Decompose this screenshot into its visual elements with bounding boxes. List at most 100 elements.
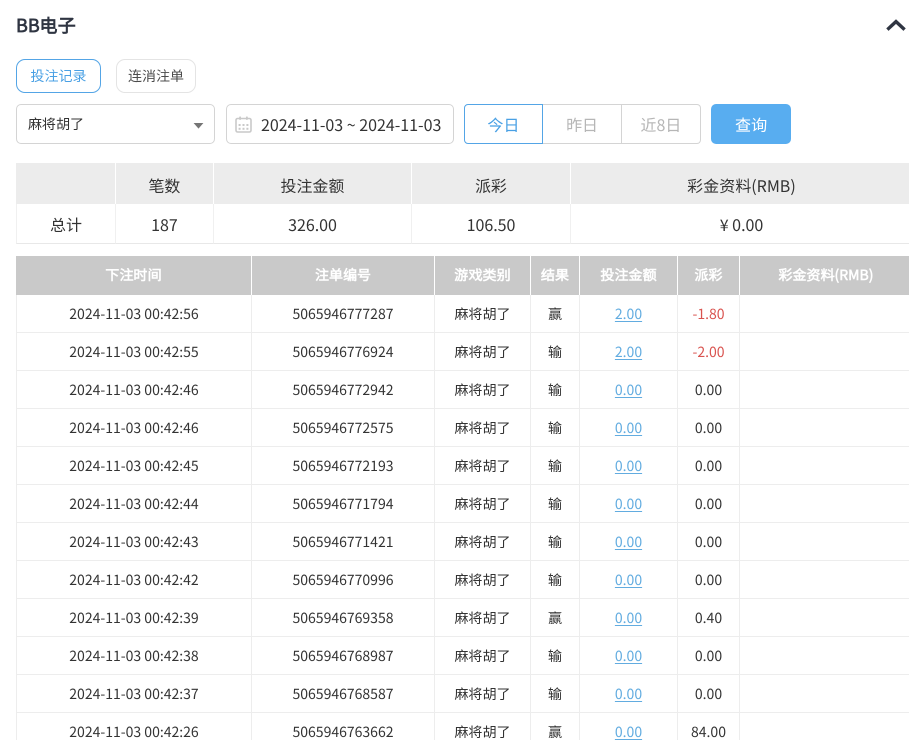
bet-amount-link[interactable]: 0.00: [615, 722, 642, 740]
records-col-result: 结果: [531, 256, 580, 295]
bet-amount-link[interactable]: 0.00: [615, 684, 642, 704]
cell-bonus: [740, 333, 909, 371]
cell-bet-time: 2024-11-03 00:42:39: [16, 599, 252, 637]
cell-game-type: 麻将胡了: [435, 409, 531, 447]
records-col-bet-amount: 投注金额: [580, 256, 678, 295]
record-row: 2024-11-03 00:42:46 5065946772575 麻将胡了 输…: [16, 409, 909, 447]
cell-game-type: 麻将胡了: [435, 599, 531, 637]
cell-payout: 0.00: [678, 637, 740, 675]
cell-bet-time: 2024-11-03 00:42:46: [16, 409, 252, 447]
cell-bet-time: 2024-11-03 00:42:43: [16, 523, 252, 561]
cell-result: 输: [531, 371, 580, 409]
last-8-days-button[interactable]: 近8日: [622, 104, 701, 144]
record-row: 2024-11-03 00:42:38 5065946768987 麻将胡了 输…: [16, 637, 909, 675]
summary-total-label: 总计: [16, 204, 116, 244]
cell-payout: -2.00: [678, 333, 740, 371]
summary-total-bonus: ¥ 0.00: [571, 204, 909, 244]
date-range-picker[interactable]: 2024-11-03 ~ 2024-11-03: [226, 104, 454, 144]
record-row: 2024-11-03 00:42:45 5065946772193 麻将胡了 输…: [16, 447, 909, 485]
cell-bet-number: 5065946772193: [252, 447, 435, 485]
cell-bonus: [740, 447, 909, 485]
bet-amount-link[interactable]: 0.00: [615, 494, 642, 514]
cell-payout: -1.80: [678, 295, 740, 333]
bet-records-panel: BB电子 投注记录 连消注单 麻将胡了: [0, 0, 909, 740]
cell-bet-amount: 0.00: [580, 485, 678, 523]
cell-bet-amount: 2.00: [580, 295, 678, 333]
cell-payout: 0.00: [678, 485, 740, 523]
game-select-value: 麻将胡了: [28, 105, 84, 143]
cell-result: 输: [531, 485, 580, 523]
cell-result: 输: [531, 447, 580, 485]
cell-bet-number: 5065946769358: [252, 599, 435, 637]
bet-amount-link[interactable]: 0.00: [615, 608, 642, 628]
bet-amount-link[interactable]: 0.00: [615, 418, 642, 438]
tab-bet-records[interactable]: 投注记录: [16, 59, 101, 93]
cell-bonus: [740, 561, 909, 599]
summary-total-payout: 106.50: [412, 204, 571, 244]
bet-amount-link[interactable]: 2.00: [615, 342, 642, 362]
cell-bet-time: 2024-11-03 00:42:55: [16, 333, 252, 371]
summary-header-row: 笔数 投注金额 派彩 彩金资料(RMB): [16, 163, 909, 204]
yesterday-button[interactable]: 昨日: [543, 104, 622, 144]
summary-col-bonus: 彩金资料(RMB): [571, 163, 909, 204]
cell-bonus: [740, 599, 909, 637]
summary-table-head: 笔数 投注金额 派彩 彩金资料(RMB): [16, 163, 909, 204]
cell-bonus: [740, 713, 909, 740]
cell-result: 赢: [531, 599, 580, 637]
cell-payout: 0.00: [678, 675, 740, 713]
record-row: 2024-11-03 00:42:43 5065946771421 麻将胡了 输…: [16, 523, 909, 561]
cell-bet-number: 5065946772575: [252, 409, 435, 447]
bet-amount-link[interactable]: 0.00: [615, 456, 642, 476]
caret-down-icon: [193, 123, 204, 129]
records-col-bonus: 彩金资料(RMB): [740, 256, 909, 295]
bet-amount-link[interactable]: 2.00: [615, 304, 642, 324]
bet-amount-link[interactable]: 0.00: [615, 570, 642, 590]
record-row: 2024-11-03 00:42:39 5065946769358 麻将胡了 赢…: [16, 599, 909, 637]
cell-bet-number: 5065946776924: [252, 333, 435, 371]
record-row: 2024-11-03 00:42:55 5065946776924 麻将胡了 输…: [16, 333, 909, 371]
today-button[interactable]: 今日: [464, 104, 543, 144]
records-col-bet-time: 下注时间: [16, 256, 252, 295]
game-select[interactable]: 麻将胡了: [16, 104, 215, 144]
cell-bet-time: 2024-11-03 00:42:38: [16, 637, 252, 675]
cell-bet-amount: 0.00: [580, 523, 678, 561]
records-header-row: 下注时间 注单编号 游戏类别 结果 投注金额 派彩 彩金资料(RMB): [16, 256, 909, 295]
cell-bonus: [740, 523, 909, 561]
cell-payout: 0.00: [678, 447, 740, 485]
records-col-game-type: 游戏类别: [435, 256, 531, 295]
cell-bet-amount: 0.00: [580, 599, 678, 637]
calendar-icon: [235, 116, 252, 133]
collapse-panel-button[interactable]: [884, 17, 908, 35]
bet-amount-link[interactable]: 0.00: [615, 646, 642, 666]
cell-bet-amount: 0.00: [580, 409, 678, 447]
cell-bonus: [740, 371, 909, 409]
cell-game-type: 麻将胡了: [435, 447, 531, 485]
cell-bet-number: 5065946768987: [252, 637, 435, 675]
cell-bet-number: 5065946768587: [252, 675, 435, 713]
cell-bet-number: 5065946770996: [252, 561, 435, 599]
cell-bonus: [740, 295, 909, 333]
cell-game-type: 麻将胡了: [435, 561, 531, 599]
summary-col-empty: [16, 163, 116, 204]
cell-bet-time: 2024-11-03 00:42:45: [16, 447, 252, 485]
records-body: 2024-11-03 00:42:56 5065946777287 麻将胡了 赢…: [16, 295, 909, 740]
cell-game-type: 麻将胡了: [435, 333, 531, 371]
cell-game-type: 麻将胡了: [435, 523, 531, 561]
cell-payout: 84.00: [678, 713, 740, 740]
cell-bonus: [740, 675, 909, 713]
records-col-bet-number: 注单编号: [252, 256, 435, 295]
summary-table: 笔数 投注金额 派彩 彩金资料(RMB) 总计 187 326.00 106.5…: [16, 163, 909, 244]
tab-cancelled-bets[interactable]: 连消注单: [116, 59, 196, 93]
summary-total-count: 187: [116, 204, 214, 244]
chevron-up-icon: [884, 17, 908, 35]
cell-game-type: 麻将胡了: [435, 713, 531, 740]
bet-amount-link[interactable]: 0.00: [615, 380, 642, 400]
cell-bonus: [740, 485, 909, 523]
query-button[interactable]: 查询: [711, 104, 791, 144]
cell-bet-amount: 0.00: [580, 447, 678, 485]
cell-bet-time: 2024-11-03 00:42:37: [16, 675, 252, 713]
cell-bet-amount: 0.00: [580, 675, 678, 713]
cell-payout: 0.00: [678, 561, 740, 599]
cell-payout: 0.00: [678, 523, 740, 561]
bet-amount-link[interactable]: 0.00: [615, 532, 642, 552]
